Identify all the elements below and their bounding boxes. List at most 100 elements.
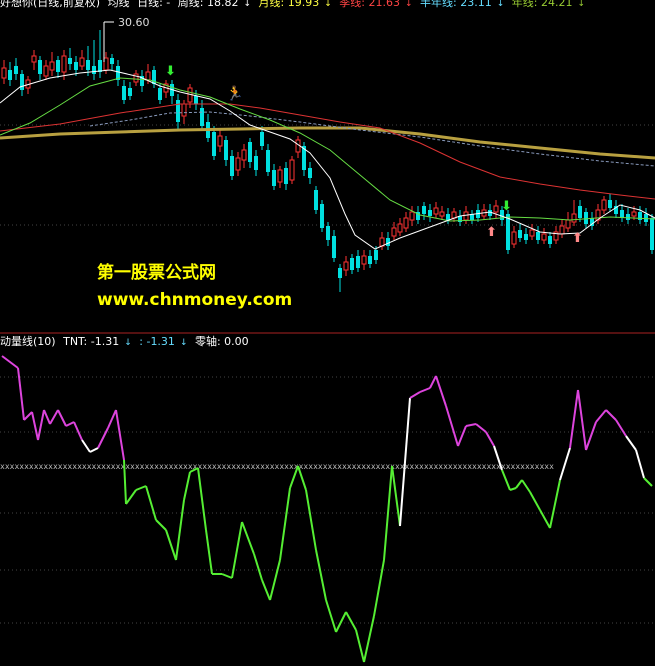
candle-body: [43, 65, 49, 77]
season-line: [0, 103, 655, 200]
momentum-segment: [279, 487, 291, 561]
candle-body: [266, 150, 270, 172]
candle-body: [128, 88, 132, 96]
candle-body: [133, 73, 139, 83]
candle-body: [391, 227, 397, 237]
candle-body: [631, 211, 637, 217]
momentum-segment: [521, 479, 531, 493]
candle-body: [559, 225, 565, 235]
momentum-segment: [383, 465, 393, 561]
momentum-segment: [1, 355, 19, 369]
year-line: [0, 126, 655, 160]
candle-body: [506, 214, 510, 250]
candle-body: [103, 57, 109, 71]
watermark-title: 第一股票公式网: [97, 263, 216, 283]
momentum-segment: [269, 559, 281, 601]
down-arrow-icon: ⬇: [165, 64, 176, 79]
candle-body: [56, 60, 60, 72]
candle-body: [122, 86, 126, 100]
momentum-segment: [37, 409, 45, 441]
momentum-segment: [465, 423, 477, 427]
runner-icon: 🏃: [226, 85, 243, 102]
candle-body: [20, 74, 24, 90]
momentum-segment: [73, 421, 83, 441]
up-arrow-icon: ⬆: [572, 231, 583, 246]
momentum-segment: [585, 421, 597, 451]
candle-body: [8, 70, 12, 80]
candle-body: [403, 217, 409, 229]
candle-body: [397, 223, 403, 233]
candle-body: [433, 207, 439, 215]
candle-body: [428, 210, 432, 216]
momentum-segment: [577, 389, 587, 451]
candle-body: [235, 157, 241, 171]
momentum-segment: [107, 409, 117, 429]
candle-body: [31, 55, 37, 63]
momentum-segment: [17, 367, 25, 421]
momentum-segment: [595, 409, 607, 423]
candle-body: [578, 206, 582, 218]
candle-body: [284, 168, 288, 184]
momentum-segment: [43, 409, 51, 425]
momentum-segment: [241, 521, 255, 555]
up-arrow-icon: ⬆: [486, 225, 497, 240]
candle-body: [650, 218, 654, 250]
candle-body: [145, 71, 151, 81]
candle-body: [14, 66, 18, 74]
momentum-segment: [635, 449, 645, 479]
momentum-title: 动量线(10): [0, 335, 56, 348]
momentum-segment: [485, 431, 495, 447]
candle-body: [518, 230, 522, 238]
candle-body: [451, 211, 457, 219]
momentum-segment: [315, 549, 327, 601]
momentum-segment: [625, 435, 637, 451]
momentum-segment: [197, 467, 207, 531]
momentum-segment: [335, 611, 347, 633]
bottom-legend: 动量线(10) TNT: -1.31 ↓ : -1.31 ↓ 零轴: 0.00: [0, 335, 655, 349]
candle-body: [248, 142, 252, 162]
momentum-segment: [49, 409, 59, 425]
momentum-segment: [391, 465, 401, 527]
momentum-segment: [501, 469, 511, 491]
candle-body: [200, 108, 204, 126]
candle-body: [386, 238, 390, 246]
momentum-segment: [175, 499, 185, 561]
down-arrow-icon: ⬇: [501, 199, 512, 214]
momentum-segment: [31, 411, 39, 441]
candle-body: [92, 66, 96, 74]
momentum-segment: [57, 409, 67, 427]
candle-body: [194, 96, 198, 104]
down-arrow-icon: ↓: [179, 338, 188, 348]
candle-body: [511, 231, 517, 245]
candle-body: [374, 250, 378, 260]
candle-body: [272, 170, 276, 186]
candle-body: [356, 256, 360, 268]
momentum-segment: [65, 421, 75, 427]
momentum-segment: [549, 479, 561, 529]
candle-body: [110, 58, 114, 64]
momentum-segment: [135, 485, 147, 491]
momentum-segment: [165, 529, 177, 561]
candle-body: [277, 169, 283, 183]
candle-body: [536, 232, 540, 240]
candle-body: [644, 214, 648, 222]
candle-body: [584, 212, 588, 224]
candle-body: [620, 210, 624, 218]
candle-body: [565, 219, 571, 229]
candle-body: [260, 132, 264, 146]
candle-body: [626, 214, 630, 220]
zero-axis-value: 零轴: 0.00: [194, 335, 249, 348]
candlestick-series: [1, 30, 654, 292]
candle-body: [446, 214, 450, 220]
momentum-segment: [435, 375, 447, 407]
candle-body: [49, 61, 55, 71]
candle-body: [38, 60, 42, 74]
tnt-sub-value: : -1.31: [139, 335, 175, 348]
momentum-segment: [355, 629, 365, 663]
momentum-segment: [515, 479, 523, 489]
candle-body: [463, 211, 469, 221]
momentum-segment: [305, 489, 317, 551]
momentum-segment: [605, 409, 617, 421]
momentum-line: [1, 355, 653, 663]
candle-body: [217, 135, 223, 147]
